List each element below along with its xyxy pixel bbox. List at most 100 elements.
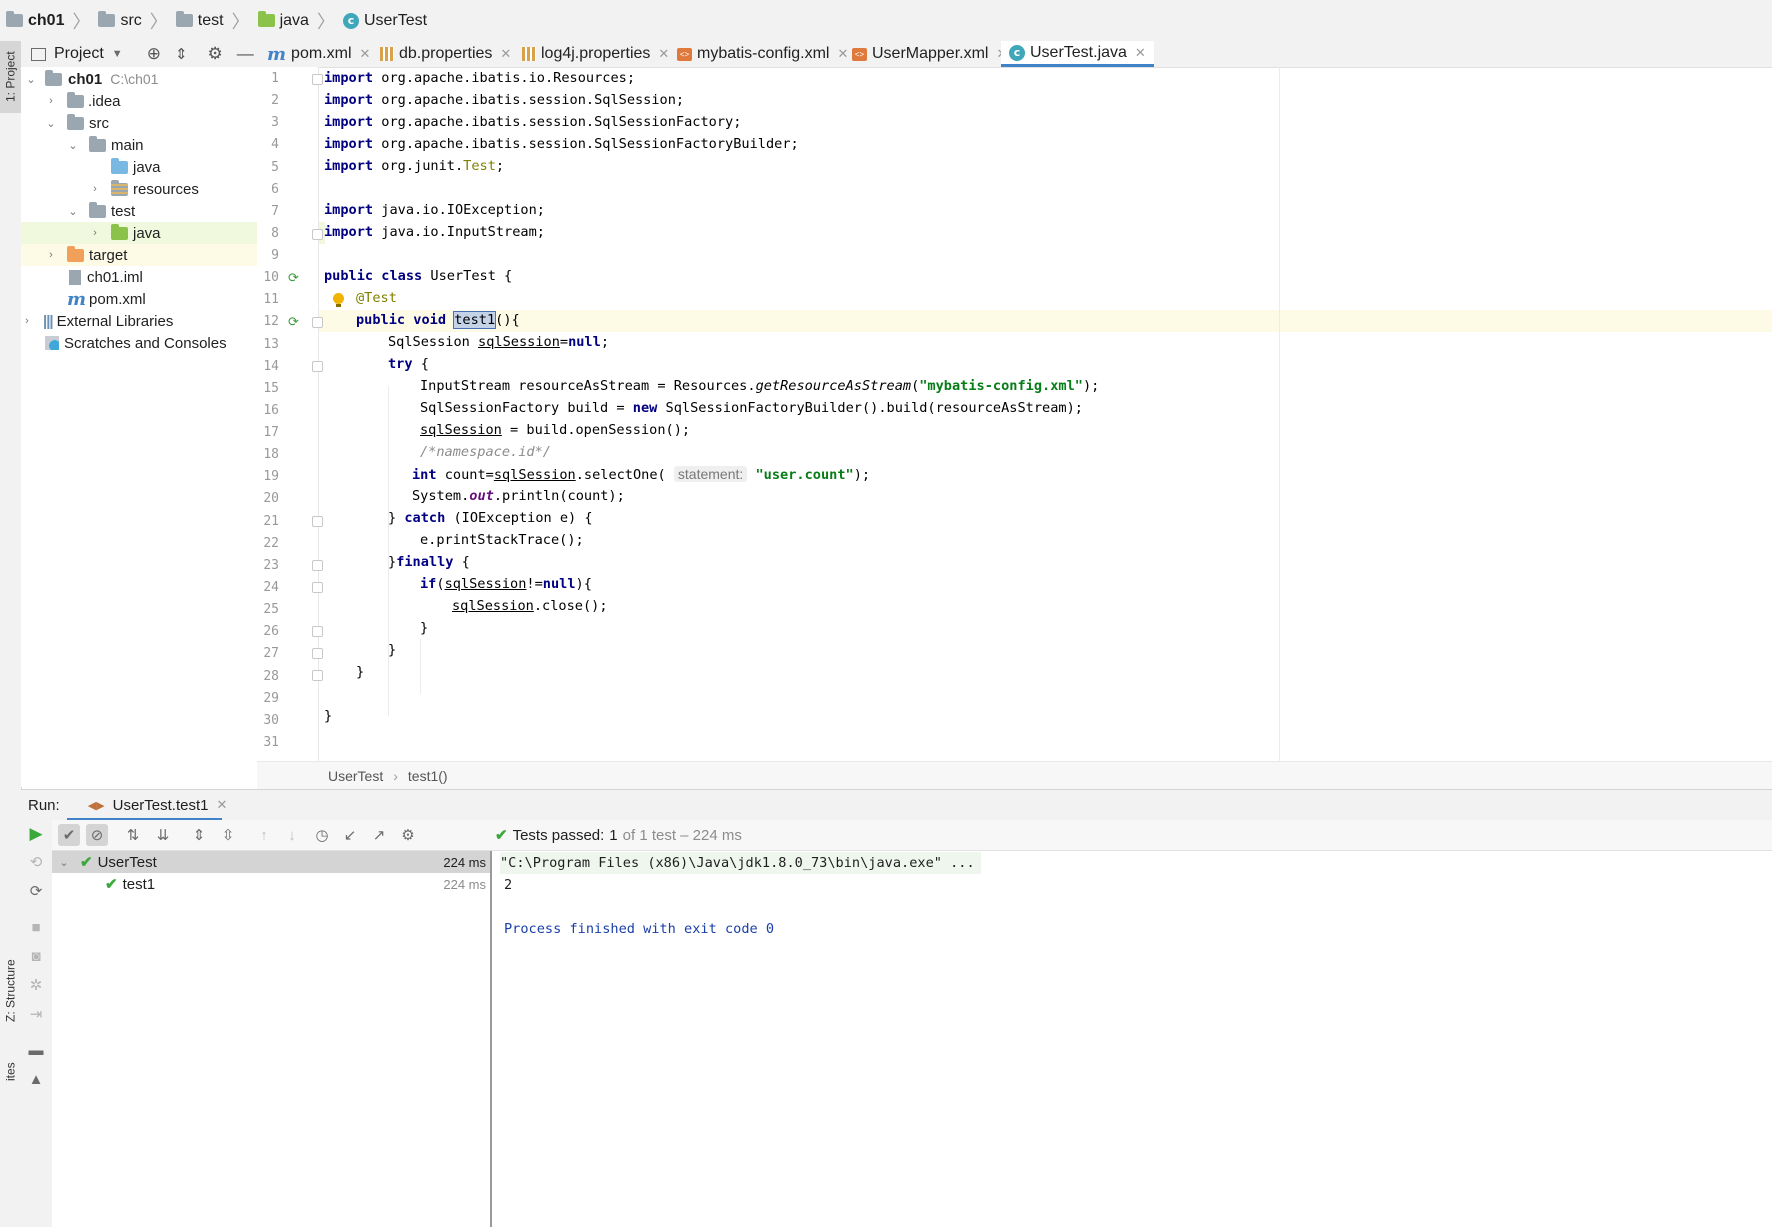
- gear-icon[interactable]: ⚙: [397, 824, 419, 846]
- console-exit-line: Process finished with exit code 0: [504, 921, 775, 937]
- line-number: 11: [263, 292, 279, 308]
- gear-icon[interactable]: ⚙: [208, 44, 223, 64]
- line-number: 21: [263, 513, 279, 529]
- toggle-auto-test-icon[interactable]: ⟳: [25, 880, 47, 902]
- chevron-right-icon[interactable]: ›: [21, 315, 33, 327]
- editor-breadcrumb-class[interactable]: UserTest: [328, 768, 383, 784]
- collapse-all-icon[interactable]: ⇳: [217, 824, 239, 846]
- code-line: SqlSession sqlSession=null;: [388, 331, 609, 353]
- console-output[interactable]: "C:\Program Files (x86)\Java\jdk1.8.0_73…: [492, 851, 1772, 1227]
- fold-marker-icon[interactable]: [312, 582, 323, 593]
- run-test-method-icon[interactable]: ⟳: [288, 314, 302, 329]
- tab-pom-xml[interactable]: m pom.xml ✕: [267, 41, 370, 67]
- pin-icon[interactable]: ▲: [25, 1068, 47, 1090]
- tree-node-src[interactable]: ⌄ src: [21, 112, 281, 134]
- code-token: UserTest {: [422, 268, 513, 284]
- chevron-down-icon[interactable]: ⌄: [58, 856, 70, 869]
- chevron-down-icon[interactable]: ⌄: [25, 73, 37, 86]
- project-view-selector[interactable]: Project: [54, 45, 104, 63]
- chevron-right-icon[interactable]: ›: [45, 249, 57, 261]
- fold-marker-icon[interactable]: [312, 626, 323, 637]
- code-token: System.: [412, 488, 470, 504]
- stop-icon[interactable]: ■: [25, 916, 47, 938]
- chevron-right-icon[interactable]: ›: [89, 227, 101, 239]
- close-icon[interactable]: ✕: [360, 46, 371, 62]
- chevron-down-icon[interactable]: ⌄: [67, 139, 79, 152]
- close-icon[interactable]: ✕: [500, 46, 511, 62]
- locate-icon[interactable]: ⊕: [147, 44, 161, 64]
- breadcrumb-java[interactable]: java: [257, 11, 309, 30]
- close-icon[interactable]: ✕: [1135, 45, 1146, 61]
- test-row-usertest[interactable]: ⌄ ✔ UserTest 224 ms: [52, 851, 490, 873]
- tree-node-label: main: [111, 136, 144, 154]
- fold-marker-icon[interactable]: [312, 560, 323, 571]
- layout-icon[interactable]: ▬: [25, 1039, 47, 1061]
- code-token: );: [1082, 378, 1100, 394]
- code-line: }finally {: [388, 551, 470, 573]
- structure-tool-tab[interactable]: Z: Structure: [0, 946, 21, 1036]
- fold-marker-icon[interactable]: [312, 317, 323, 328]
- show-passed-icon[interactable]: ✔: [58, 824, 80, 846]
- expand-all-icon[interactable]: ⇕: [188, 824, 210, 846]
- code-token: null: [542, 576, 576, 592]
- close-icon[interactable]: ✕: [658, 46, 669, 62]
- chevron-right-icon[interactable]: ›: [89, 183, 101, 195]
- test-history-icon[interactable]: ◷: [311, 824, 333, 846]
- show-ignored-icon[interactable]: ⊘: [86, 824, 108, 846]
- chevron-down-icon[interactable]: ▼: [112, 48, 123, 60]
- fold-marker-icon[interactable]: [312, 74, 323, 85]
- tab-usermapper-xml[interactable]: <>UserMapper.xml✕: [852, 41, 1007, 67]
- favorites-tool-tab[interactable]: ites: [0, 1056, 21, 1088]
- code-line: public class UserTest {: [324, 265, 512, 287]
- tab-label: mybatis-config.xml: [697, 45, 830, 62]
- chevron-right-icon[interactable]: ›: [45, 95, 57, 107]
- breadcrumb-usertest[interactable]: c UserTest: [342, 12, 427, 30]
- fold-marker-icon[interactable]: [312, 516, 323, 527]
- code-token: (){: [495, 312, 520, 328]
- run-tab-usertest-test1[interactable]: UserTest.test1: [113, 797, 209, 814]
- editor-breadcrumb-method[interactable]: test1(): [408, 768, 448, 784]
- hide-icon[interactable]: —: [237, 44, 254, 64]
- sort-alpha-icon[interactable]: ⇅: [122, 824, 144, 846]
- fold-marker-icon[interactable]: [312, 229, 323, 240]
- tree-node-scratches[interactable]: Scratches and Consoles: [21, 332, 281, 354]
- import-tests-icon[interactable]: ↙: [339, 824, 361, 846]
- close-icon[interactable]: ✕: [216, 797, 227, 813]
- breadcrumb-test[interactable]: test: [175, 11, 224, 30]
- breadcrumb-ch01[interactable]: ch01: [6, 11, 64, 30]
- export-tests-icon[interactable]: ↗: [368, 824, 390, 846]
- tab-log4j-properties[interactable]: log4j.properties ✕: [522, 41, 669, 67]
- project-tool-tab[interactable]: 1: Project: [0, 41, 21, 113]
- chevron-down-icon[interactable]: ⌄: [67, 205, 79, 218]
- test-row-test1[interactable]: ✔ test1 224 ms: [52, 873, 490, 895]
- code-line: e.printStackTrace();: [420, 529, 584, 551]
- tree-node-label: ch01: [68, 70, 103, 88]
- rerun-icon[interactable]: ▶: [25, 823, 47, 845]
- tests-status: ✔ Tests passed: 1 of 1 test – 224 ms: [495, 820, 742, 850]
- collapse-all-icon[interactable]: ⇕: [175, 45, 188, 63]
- next-failed-icon[interactable]: ↓: [281, 824, 303, 846]
- fold-marker-icon[interactable]: [312, 670, 323, 681]
- breadcrumb-src[interactable]: src: [98, 11, 142, 30]
- sort-duration-icon[interactable]: ⇊: [152, 824, 174, 846]
- previous-failed-icon[interactable]: ↑: [253, 824, 275, 846]
- run-test-class-icon[interactable]: ⟳: [288, 270, 302, 285]
- tree-node-target[interactable]: › target: [21, 244, 281, 266]
- fold-marker-icon[interactable]: [312, 648, 323, 659]
- exit-icon[interactable]: ⇥: [25, 1003, 47, 1025]
- code-token: {: [453, 554, 470, 570]
- chevron-down-icon[interactable]: ⌄: [45, 117, 57, 130]
- tree-node-ch01[interactable]: ⌄ ch01 C:\ch01: [21, 68, 261, 90]
- tree-node-external-libraries[interactable]: › ||| External Libraries: [21, 310, 257, 332]
- tab-mybatis-config-xml[interactable]: <> mybatis-config.xml ✕: [677, 41, 848, 67]
- tab-usertest-java[interactable]: c UserTest.java ✕: [1001, 41, 1154, 67]
- debug-settings-icon[interactable]: ✲: [25, 974, 47, 996]
- fold-marker-icon[interactable]: [312, 361, 323, 372]
- code-editor[interactable]: import org.apache.ibatis.io.Resources; i…: [324, 67, 1764, 761]
- tab-db-properties[interactable]: db.properties ✕: [380, 41, 511, 67]
- close-icon[interactable]: ✕: [837, 46, 848, 62]
- tree-node-label: .idea: [88, 92, 121, 110]
- rerun-failed-icon[interactable]: ⟲: [25, 851, 47, 873]
- tree-node-idea[interactable]: › .idea: [21, 90, 281, 112]
- camera-icon[interactable]: ◙: [25, 945, 47, 967]
